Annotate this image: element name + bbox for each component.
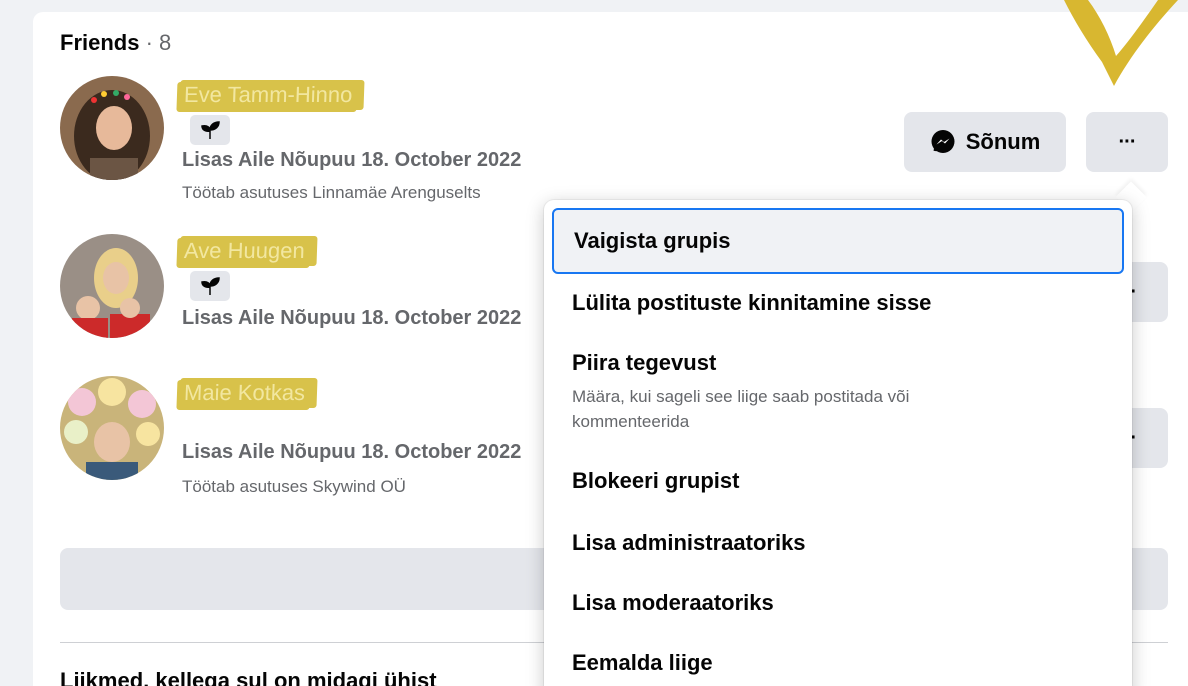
friends-count: 8 — [159, 30, 172, 55]
menu-item-remove-member[interactable]: Eemalda liige — [552, 634, 1124, 686]
member-actions-menu: Vaigista grupis Lülita postituste kinnit… — [544, 200, 1132, 686]
more-options-button[interactable]: ··· — [1086, 112, 1168, 172]
work-text: Töötab asutuses Linnamäe Arenguselts — [182, 183, 481, 202]
menu-item-label: Lisa administraatoriks — [572, 530, 806, 555]
avatar[interactable] — [60, 76, 164, 180]
avatar[interactable] — [60, 234, 164, 338]
menu-item-label: Lülita postituste kinnitamine sisse — [572, 290, 932, 315]
work-text: Töötab asutuses Skywind OÜ — [182, 477, 406, 496]
sprout-icon — [190, 115, 230, 145]
menu-item-label: Lisa moderaatoriks — [572, 590, 774, 615]
common-members-title: Liikmed, kellega sul on midagi ühist — [60, 668, 437, 686]
sprout-icon — [190, 271, 230, 301]
menu-item-label: Piira tegevust — [572, 350, 717, 375]
added-by-text: Lisas Aile Nõupuu 18. October 2022 — [182, 441, 522, 463]
added-by-text: Lisas Aile Nõupuu 18. October 2022 — [182, 149, 522, 171]
menu-item-label: Blokeeri grupist — [572, 468, 740, 493]
message-button[interactable]: Sõnum — [904, 112, 1066, 172]
menu-item-make-admin[interactable]: Lisa administraatoriks — [552, 514, 1124, 572]
menu-item-description: Määra, kui sageli see liige saab postita… — [572, 387, 910, 431]
more-options-icon: ··· — [1118, 130, 1137, 153]
menu-item-block[interactable]: Blokeeri grupist — [552, 452, 1124, 510]
member-name[interactable]: Ave Huugen — [179, 236, 314, 266]
menu-item-label: Eemalda liige — [572, 650, 713, 675]
member-name[interactable]: Eve Tamm-Hinno — [179, 80, 361, 110]
message-button-label: Sõnum — [965, 129, 1041, 154]
menu-item-label: Vaigista grupis — [574, 228, 731, 253]
section-title-label: Friends — [60, 30, 140, 55]
messenger-icon — [931, 130, 955, 153]
member-name[interactable]: Maie Kotkas — [179, 378, 314, 408]
menu-item-mute[interactable]: Vaigista grupis — [552, 208, 1124, 274]
added-by-text: Lisas Aile Nõupuu 18. October 2022 — [182, 307, 522, 329]
menu-item-limit-activity[interactable]: Piira tegevust Määra, kui sageli see lii… — [552, 340, 1124, 450]
avatar[interactable] — [60, 376, 164, 480]
section-title: Friends · 8 — [60, 30, 171, 56]
hand-drawn-arrow-icon — [1064, 0, 1178, 86]
menu-item-post-approval[interactable]: Lülita postituste kinnitamine sisse — [552, 274, 1124, 332]
menu-item-make-moderator[interactable]: Lisa moderaatoriks — [552, 574, 1124, 632]
section-title-separator: · — [139, 30, 160, 55]
